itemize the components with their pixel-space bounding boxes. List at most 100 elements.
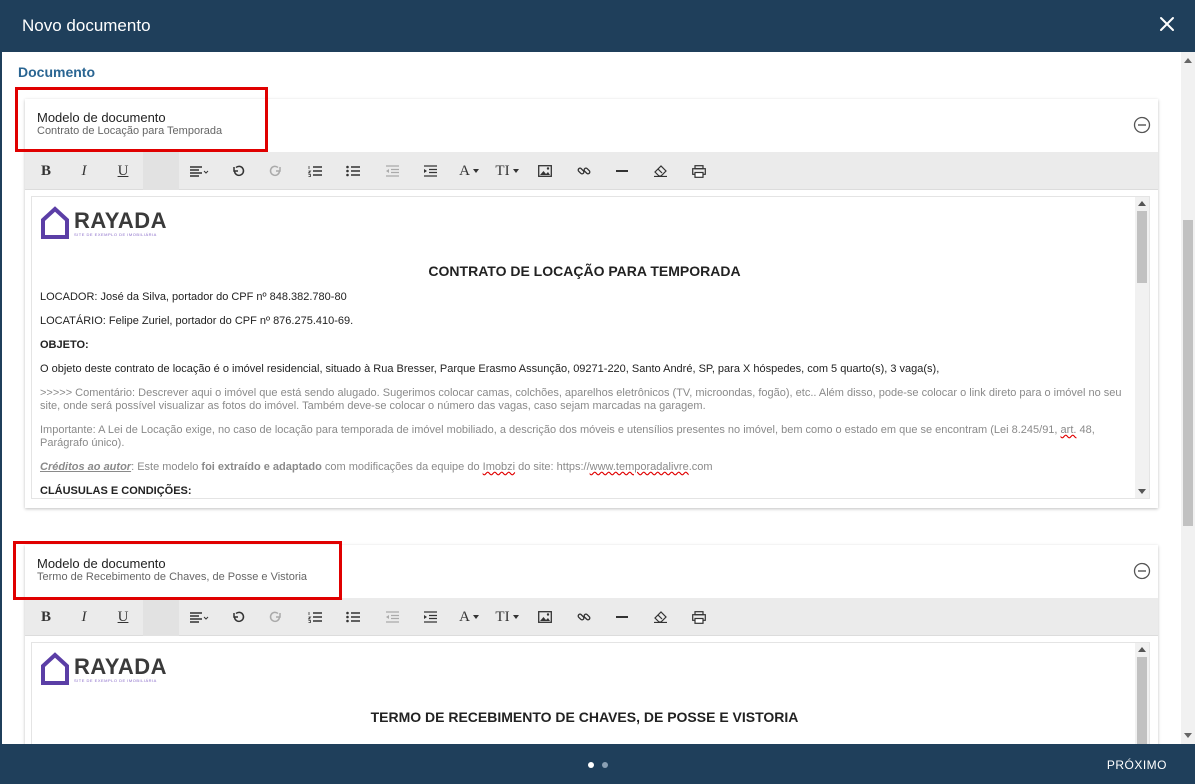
objeto-text: O objeto deste contrato de locação é o i…	[40, 363, 940, 375]
ordered-list-button[interactable]	[298, 152, 332, 190]
scroll-down-icon[interactable]	[1184, 733, 1192, 738]
redo-button[interactable]	[259, 598, 293, 636]
outdent-icon	[386, 611, 399, 623]
document-editor[interactable]: RAYADA SITE DE EXEMPLO DE IMOBILIÁRIA CO…	[31, 196, 1150, 499]
house-logo-icon	[41, 206, 69, 239]
template-value[interactable]: Contrato de Locação para Temporada	[37, 125, 222, 137]
scroll-up-icon[interactable]	[1138, 647, 1146, 652]
collapse-icon[interactable]	[1133, 116, 1151, 134]
undo-button[interactable]	[221, 598, 255, 636]
horizontal-rule-button[interactable]	[605, 152, 639, 190]
comentario-text: >>>>> Comentário: Descrever aqui o imóve…	[40, 387, 1122, 412]
scroll-thumb[interactable]	[1137, 657, 1147, 744]
creditos-text: Créditos ao autor: Este modelo foi extra…	[40, 461, 1129, 474]
creditos-part-a: : Este modelo	[131, 461, 202, 473]
font-button[interactable]: A	[452, 598, 486, 636]
unordered-list-button[interactable]	[336, 152, 370, 190]
ordered-list-button[interactable]	[298, 598, 332, 636]
caret-down-icon	[472, 615, 479, 619]
redo-button[interactable]	[259, 152, 293, 190]
document-editor[interactable]: RAYADA SITE DE EXEMPLO DE IMOBILIÁRIA TE…	[31, 642, 1150, 744]
editor-scrollbar[interactable]	[1135, 643, 1149, 744]
company-logo: RAYADA SITE DE EXEMPLO DE IMOBILIÁRIA	[40, 651, 1129, 687]
italic-button[interactable]: I	[67, 598, 101, 636]
creditos-part-c: do site: https://	[515, 461, 590, 473]
link-button[interactable]	[567, 598, 601, 636]
underline-button[interactable]: U	[106, 598, 140, 636]
step-indicator-active[interactable]	[588, 762, 594, 768]
align-button[interactable]	[182, 152, 216, 190]
next-button[interactable]: PRÓXIMO	[1107, 758, 1167, 772]
scroll-down-icon[interactable]	[1138, 489, 1146, 494]
creditos-part-b: com modificações da equipe do	[321, 461, 483, 473]
italic-button[interactable]: I	[67, 152, 101, 190]
redo-icon	[269, 165, 281, 177]
dialog-content: Documento Modelo de documento Contrato d…	[2, 52, 1181, 744]
page-scrollbar[interactable]	[1181, 52, 1195, 744]
scroll-thumb[interactable]	[1183, 220, 1193, 526]
creditos-part-d: .com	[688, 461, 713, 473]
ordered-list-icon	[308, 166, 322, 177]
dialog-footer: PRÓXIMO	[0, 744, 1195, 784]
print-button[interactable]	[682, 598, 716, 636]
print-button[interactable]	[682, 152, 716, 190]
scroll-up-icon[interactable]	[1184, 58, 1192, 63]
logo-name: RAYADA	[74, 653, 168, 679]
style-button[interactable]	[143, 598, 179, 636]
unordered-list-icon	[346, 611, 360, 623]
undo-button[interactable]	[221, 152, 255, 190]
indent-button[interactable]	[413, 152, 447, 190]
logo-name: RAYADA	[74, 207, 168, 233]
importante-art: art.	[1060, 424, 1077, 436]
scroll-up-icon[interactable]	[1138, 201, 1146, 206]
doc-title: TERMO DE RECEBIMENTO DE CHAVES, DE POSSE…	[370, 709, 799, 725]
editor-content[interactable]: RAYADA SITE DE EXEMPLO DE IMOBILIÁRIA CO…	[32, 197, 1137, 498]
font-size-button[interactable]: TI	[490, 598, 524, 636]
bold-button[interactable]: B	[29, 152, 63, 190]
link-button[interactable]	[567, 152, 601, 190]
outdent-button[interactable]	[375, 152, 409, 190]
dialog-title: Novo documento	[22, 16, 151, 35]
close-icon[interactable]	[1157, 14, 1177, 34]
font-button[interactable]: A	[452, 152, 486, 190]
editor-scrollbar[interactable]	[1135, 197, 1149, 498]
importante-part-a: Importante: A Lei de Locação exige, no c…	[40, 424, 1061, 436]
scroll-thumb[interactable]	[1137, 211, 1147, 283]
link-icon	[577, 613, 591, 621]
step-indicator[interactable]	[602, 762, 608, 768]
clausulas-heading: CLÁUSULAS E CONDIÇÕES:	[40, 485, 192, 497]
indent-icon	[424, 165, 437, 177]
font-size-button[interactable]: TI	[490, 152, 524, 190]
unordered-list-button[interactable]	[336, 598, 370, 636]
collapse-icon[interactable]	[1133, 562, 1151, 580]
font-label: A	[459, 608, 470, 625]
caret-down-icon	[512, 169, 519, 173]
eraser-icon	[654, 165, 667, 177]
image-button[interactable]	[528, 598, 562, 636]
objeto-label: OBJETO:	[40, 339, 89, 351]
indent-icon	[424, 611, 437, 623]
editor-content[interactable]: RAYADA SITE DE EXEMPLO DE IMOBILIÁRIA TE…	[32, 643, 1137, 744]
eraser-button[interactable]	[644, 152, 678, 190]
creditos-label: Créditos ao autor	[40, 461, 132, 473]
template-value[interactable]: Termo de Recebimento de Chaves, de Posse…	[37, 571, 307, 583]
outdent-button[interactable]	[375, 598, 409, 636]
locador-line: LOCADOR: José da Silva, portador do CPF …	[40, 291, 347, 303]
bold-button[interactable]: B	[29, 598, 63, 636]
font-label: A	[459, 162, 470, 179]
document-card: Modelo de documento Termo de Recebimento…	[25, 545, 1158, 744]
house-logo-icon	[41, 652, 69, 685]
indent-button[interactable]	[413, 598, 447, 636]
caret-down-icon	[512, 615, 519, 619]
align-icon	[190, 612, 209, 623]
card-header: Modelo de documento Contrato de Locação …	[25, 99, 1158, 152]
style-button[interactable]	[143, 152, 179, 190]
image-button[interactable]	[528, 152, 562, 190]
horizontal-rule-button[interactable]	[605, 598, 639, 636]
eraser-button[interactable]	[644, 598, 678, 636]
underline-button[interactable]: U	[106, 152, 140, 190]
horizontal-rule-icon	[616, 616, 628, 618]
print-icon	[692, 610, 706, 624]
align-button[interactable]	[182, 598, 216, 636]
ordered-list-icon	[308, 612, 322, 623]
